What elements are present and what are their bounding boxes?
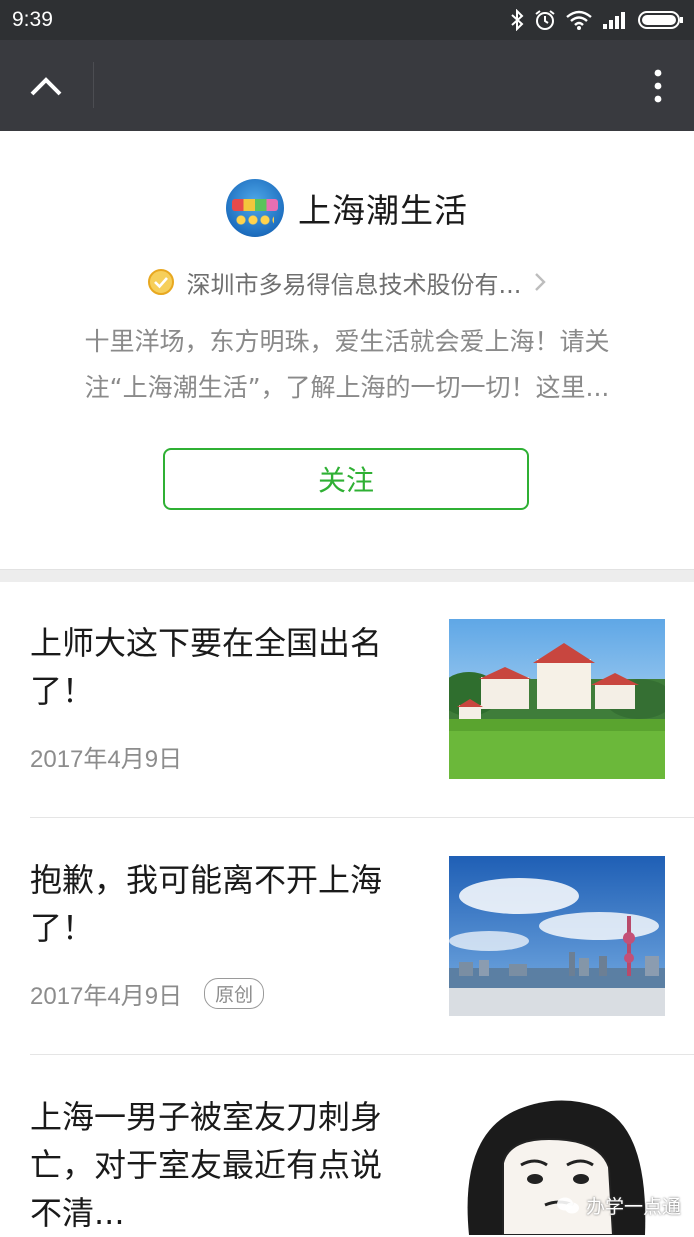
article-meta: 2017年4月9日 原创 — [30, 976, 265, 1011]
avatar[interactable] — [226, 179, 284, 237]
verified-badge-icon — [147, 269, 174, 295]
signal-icon — [603, 12, 625, 29]
article-title: 抱歉，我可能离不开上海 了！ — [30, 856, 420, 952]
battery-icon — [638, 11, 683, 29]
verified-entity-text: 深圳市多易得信息技术股份有... — [186, 270, 522, 299]
article-title-line: 亡，对于室友最近有点说 — [30, 1146, 383, 1184]
watermark-text: 办学一点通 — [586, 1196, 682, 1218]
article-item[interactable]: 抱歉，我可能离不开上海 了！ 2017年4月9日 原创 — [0, 818, 694, 1054]
account-profile: 上海潮生活 深圳市多易得信息技术股份有... 十里洋场，东方明珠，爱生活就会爱上… — [0, 131, 694, 569]
more-vertical-icon — [654, 69, 662, 103]
article-title-line: 了！ — [30, 909, 95, 947]
description-line: 注“上海潮生活”，了解上海的一切一切！这里... — [84, 373, 610, 402]
description-line: 十里洋场，东方明珠，爱生活就会爱上海！请关 — [84, 327, 610, 356]
status-time: 9:39 — [12, 8, 53, 31]
article-title-line: 上海一男子被室友刀刺身 — [30, 1098, 383, 1136]
collapse-button[interactable] — [22, 62, 70, 110]
article-title-line: 不清... — [30, 1194, 125, 1232]
article-meta: 2017年4月9日 — [30, 739, 182, 774]
account-header: 上海潮生活 — [0, 177, 694, 239]
chevron-up-icon — [30, 77, 62, 96]
status-bar: 9:39 — [0, 0, 694, 40]
wechat-icon — [557, 1197, 579, 1213]
article-date: 2017年4月9日 — [30, 983, 183, 1010]
article-title-line: 上师大这下要在全国出名 — [30, 624, 383, 662]
article-title-line: 了！ — [30, 672, 95, 710]
account-name: 上海潮生活 — [298, 191, 468, 230]
top-nav-bar — [0, 40, 694, 131]
more-button[interactable] — [648, 64, 668, 108]
article-item[interactable]: 上师大这下要在全国出名 了！ 2017年4月9日 — [0, 581, 694, 817]
watermark: 办学一点通 — [556, 1192, 681, 1219]
article-title-line: 抱歉，我可能离不开上海 — [30, 861, 383, 899]
alarm-icon — [535, 10, 555, 30]
article-date: 2017年4月9日 — [30, 746, 183, 773]
article-title: 上师大这下要在全国出名 了！ — [30, 619, 420, 715]
article-thumbnail — [449, 619, 665, 779]
status-icons — [510, 7, 684, 33]
account-description: 十里洋场，东方明珠，爱生活就会爱上海！请关 注“上海潮生活”，了解上海的一切一切… — [40, 319, 654, 411]
article-thumbnail — [449, 856, 665, 1016]
follow-button[interactable]: 关注 — [163, 448, 529, 510]
verified-entity[interactable]: 深圳市多易得信息技术股份有... — [0, 261, 694, 303]
original-badge: 原创 — [204, 978, 265, 1009]
nav-divider — [93, 62, 94, 108]
bluetooth-icon — [511, 9, 524, 31]
chevron-right-icon — [535, 273, 547, 291]
article-title: 上海一男子被室友刀刺身 亡，对于室友最近有点说 不清... — [30, 1093, 420, 1237]
wifi-icon — [566, 10, 592, 30]
